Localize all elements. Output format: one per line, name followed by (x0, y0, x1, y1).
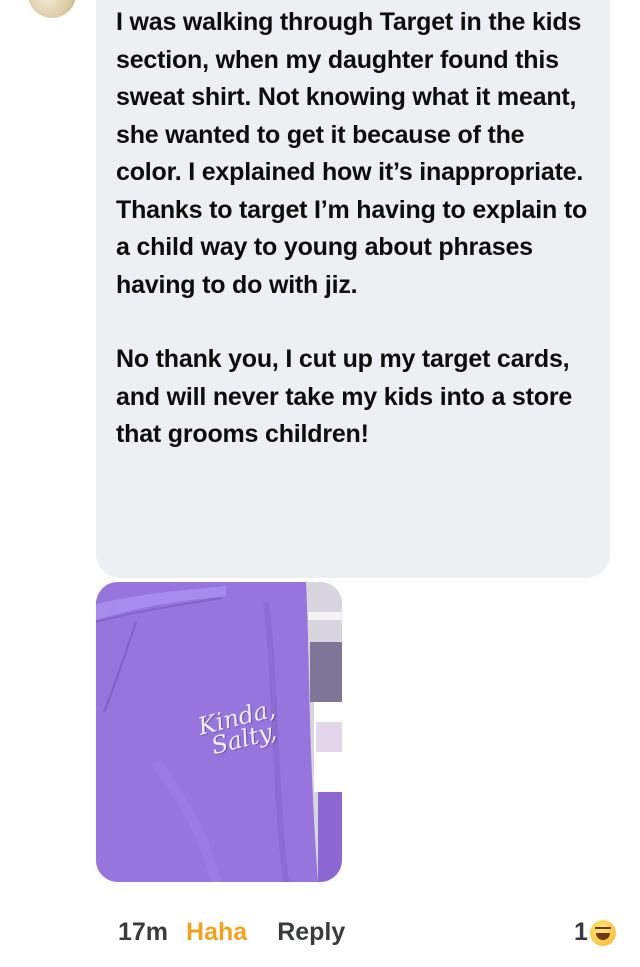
avatar[interactable] (28, 0, 76, 18)
reaction-summary[interactable]: 1 (574, 918, 616, 947)
comment-timestamp[interactable]: 17m (118, 918, 168, 947)
reply-button[interactable]: Reply (277, 918, 345, 947)
haha-emoji-icon (589, 919, 616, 946)
comment-bubble: I was walking through Target in the kids… (96, 0, 610, 578)
comment-paragraph-1: I was walking through Target in the kids… (116, 8, 588, 299)
haha-reaction-button[interactable]: Haha (186, 918, 247, 947)
comment-actions: 17m Haha Reply (118, 918, 345, 947)
reaction-count: 1 (574, 918, 588, 946)
comment-paragraph-2: No thank you, I cut up my target cards, … (116, 345, 573, 448)
